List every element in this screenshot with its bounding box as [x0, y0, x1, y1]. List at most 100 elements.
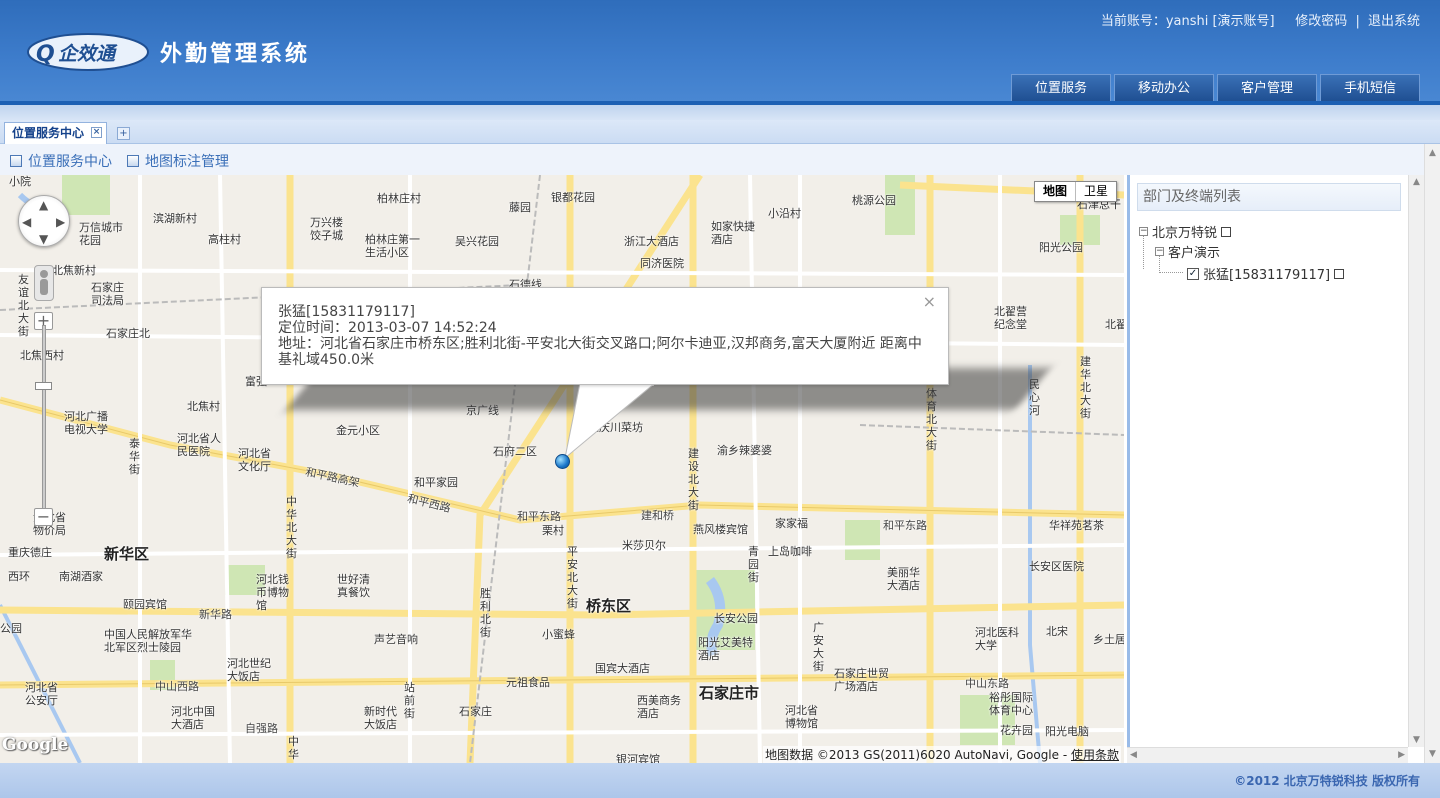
location-marker-icon[interactable] [555, 454, 570, 469]
infowindow-time: 定位时间：2013-03-07 14:52:24 [278, 320, 497, 336]
map-label: 西美商务酒店 [637, 694, 681, 720]
map-label: 阳光艾美特酒店 [698, 636, 753, 662]
window-icon [10, 155, 22, 167]
window-icon [127, 155, 139, 167]
zoom-out-button[interactable]: − [34, 508, 53, 526]
map-label: 北焦新村 [52, 264, 96, 277]
map-label: 西环 [8, 570, 30, 583]
separator: | [1355, 14, 1360, 29]
infowindow-pointer [564, 383, 656, 460]
panel-vertical-scrollbar[interactable]: ▲ ▼ [1408, 175, 1424, 747]
tree-node-terminal[interactable]: ✓ 张猛[15831179117] [1187, 264, 1345, 283]
map-canvas[interactable]: 新华区 桥东区 石家庄市 万信城市花园 滨湖新村 高柱村 万兴楼饺子城 柏林庄村… [0, 175, 1124, 763]
map-label: 世好清真餐饮 [337, 573, 370, 599]
header-divider-light [0, 105, 1440, 120]
collapse-toggle-icon[interactable]: − [1139, 227, 1148, 236]
map-marker-management-link[interactable]: 地图标注管理 [127, 151, 229, 171]
window-icon [1221, 226, 1232, 237]
tree-node-label: 张猛[15831179117] [1203, 268, 1331, 283]
tab-location-center[interactable]: 位置服务中心 × [4, 122, 108, 144]
account-bar: 当前账号：yanshi [演示账号] 修改密码 | 退出系统 [1101, 10, 1420, 29]
map-label: 泰华街 [129, 437, 140, 476]
map-label: 河北中国大酒店 [171, 705, 215, 731]
map-type-map-button[interactable]: 地图 [1034, 182, 1075, 201]
map-label: 桃源公园 [852, 194, 896, 207]
map-label: 金元小区 [336, 424, 380, 437]
add-tab-button[interactable]: + [117, 127, 130, 140]
map-label: 声艺音响 [374, 633, 418, 646]
scroll-left-icon[interactable]: ◀ [1130, 750, 1137, 760]
scroll-up-icon[interactable]: ▲ [1413, 177, 1420, 187]
map-label: 河北省人民医院 [177, 432, 221, 458]
map-label: 中山东路 [965, 677, 1009, 690]
scroll-down-icon[interactable]: ▼ [1429, 749, 1436, 759]
pan-up-icon[interactable]: ▲ [39, 199, 48, 211]
change-password-link[interactable]: 修改密码 [1295, 14, 1347, 29]
map-label: 建设北大街 [688, 447, 699, 512]
tree-node-root[interactable]: − 北京万特锐 [1139, 222, 1232, 241]
pan-control[interactable]: ▲ ▼ ◀ ▶ [18, 195, 70, 247]
scroll-right-icon[interactable]: ▶ [1398, 750, 1405, 760]
map-label: 和平家园 [414, 476, 458, 489]
map-label: 同济医院 [640, 257, 684, 270]
pan-left-icon[interactable]: ◀ [22, 216, 31, 228]
map-attribution: 地图数据 ©2013 GS(2011)6020 AutoNavi, Google… [763, 746, 1121, 763]
attribution-text: 地图数据 ©2013 GS(2011)6020 AutoNavi, Google… [765, 748, 1071, 762]
map-label: 浙江大酒店 [624, 235, 679, 248]
map-label-district: 新华区 [104, 545, 150, 563]
map-label: 和平东路 [883, 519, 927, 532]
zoom-slider-thumb[interactable] [35, 382, 52, 390]
map-label: 胜利北街 [480, 587, 491, 639]
map-label: 中山西路 [155, 680, 199, 693]
pan-right-icon[interactable]: ▶ [56, 216, 65, 228]
nav-sms[interactable]: 手机短信 [1320, 74, 1420, 101]
map-label: 万信城市花园 [79, 221, 123, 247]
collapse-toggle-icon[interactable]: − [1155, 247, 1164, 256]
map-label: 燕风楼宾馆 [693, 523, 748, 536]
map-label: 万兴楼饺子城 [310, 216, 343, 242]
logout-link[interactable]: 退出系统 [1368, 14, 1420, 29]
map-label: 长安公园 [714, 612, 758, 625]
copyright-text: ©2012 北京万特锐科技 版权所有 [1234, 774, 1420, 788]
map-label: 柏林庄第一生活小区 [365, 233, 420, 259]
terminal-checkbox[interactable]: ✓ [1187, 267, 1199, 280]
infowindow-close-icon[interactable]: × [923, 294, 936, 310]
nav-mobile-office[interactable]: 移动办公 [1114, 74, 1214, 101]
scroll-up-icon[interactable]: ▲ [1429, 148, 1436, 158]
map-label: 银河宾馆 [616, 753, 660, 763]
map-label: 石家庄司法局 [91, 281, 124, 307]
location-center-label: 位置服务中心 [28, 154, 112, 170]
map-label: 长安区医院 [1029, 560, 1084, 573]
window-icon [1334, 268, 1345, 279]
zoom-slider-track[interactable] [42, 325, 46, 521]
app-header: Q 企效通 外勤管理系统 当前账号：yanshi [演示账号] 修改密码 | 退… [0, 0, 1440, 104]
street-view-pegman-icon[interactable] [34, 265, 54, 301]
map-label: 站前街 [404, 681, 415, 720]
map-label: 银都花园 [551, 191, 595, 204]
account-label: 当前账号：yanshi [演示账号] [1100, 14, 1275, 29]
google-logo: Google [2, 735, 69, 755]
infowindow-name: 张猛[15831179117] [278, 304, 415, 320]
map-label: 栗村 [542, 524, 564, 537]
map-label: 广安大街 [813, 621, 824, 673]
pan-down-icon[interactable]: ▼ [39, 233, 48, 245]
map-label: 青园街 [748, 545, 759, 584]
location-center-link[interactable]: 位置服务中心 [10, 151, 112, 171]
panel-horizontal-scrollbar[interactable]: ◀ ▶ [1127, 747, 1408, 763]
tab-close-icon[interactable]: × [91, 127, 103, 138]
map-type-satellite-button[interactable]: 卫星 [1074, 182, 1116, 201]
terms-of-use-link[interactable]: 使用条款 [1071, 748, 1119, 762]
nav-location-service[interactable]: 位置服务 [1011, 74, 1111, 101]
scroll-down-icon[interactable]: ▼ [1413, 735, 1420, 745]
map-label: 高柱村 [208, 233, 241, 246]
map-label: 中华北大街 [286, 495, 297, 560]
nav-customer-management[interactable]: 客户管理 [1217, 74, 1317, 101]
map-label: 南湖酒家 [59, 570, 103, 583]
map-label: 家家福 [775, 517, 808, 530]
tree-node-label: 北京万特锐 [1152, 226, 1218, 241]
page-vertical-scrollbar[interactable]: ▲ ▼ [1424, 144, 1440, 763]
map-label: 如家快捷酒店 [711, 220, 755, 246]
map-label: 颐园宾馆 [123, 598, 167, 611]
map-label: 北焦村 [187, 400, 220, 413]
tree-node-group[interactable]: − 客户演示 [1155, 242, 1220, 261]
